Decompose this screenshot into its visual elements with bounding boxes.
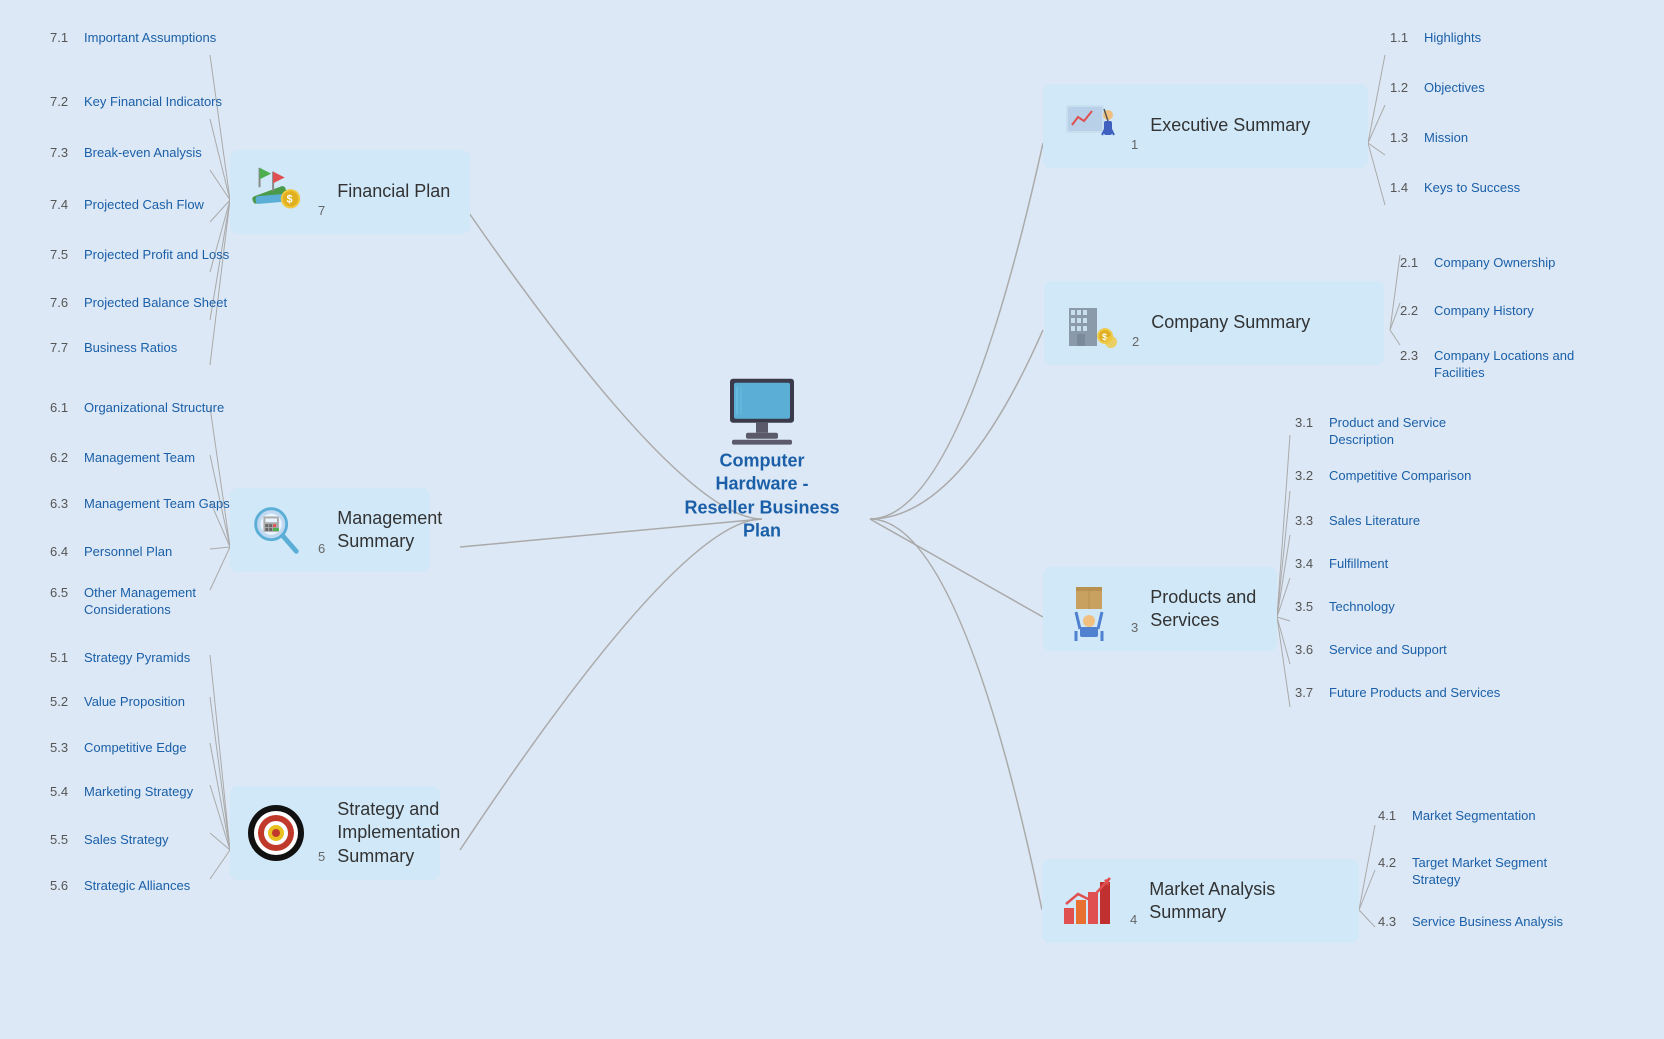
presentation-icon (1059, 96, 1119, 156)
box-carrier-icon (1059, 579, 1119, 639)
node-strategy-implementation: 5 Strategy and Implementation Summary (230, 786, 440, 880)
sub-item-7-5: 7.5 Projected Profit and Loss (50, 247, 229, 264)
node-num-1: 1 (1131, 137, 1138, 156)
sub-item-5-1: 5.1 Strategy Pyramids (50, 650, 190, 667)
sub-item-6-1: 6.1 Organizational Structure (50, 400, 224, 417)
sub-item-5-6: 5.6 Strategic Alliances (50, 878, 190, 895)
management-icon (246, 500, 306, 560)
sub-item-7-3: 7.3 Break-even Analysis (50, 145, 202, 162)
sub-item-7-4: 7.4 Projected Cash Flow (50, 197, 204, 214)
node-num-4: 4 (1130, 912, 1137, 931)
sub-item-5-4: 5.4 Marketing Strategy (50, 784, 193, 801)
node-financial-plan: $ 7 Financial Plan (230, 150, 470, 234)
sub-item-5-2: 5.2 Value Proposition (50, 694, 185, 711)
executive-summary-title: Executive Summary (1150, 114, 1310, 137)
sub-item-3-4: 3.4 Fulfillment (1295, 556, 1388, 573)
sub-item-7-2: 7.2 Key Financial Indicators (50, 94, 222, 111)
market-chart-icon (1058, 871, 1118, 931)
building-icon: $ (1060, 293, 1120, 353)
sub-item-3-6: 3.6 Service and Support (1295, 642, 1447, 659)
center-node: Computer Hardware - Reseller Business Pl… (682, 377, 842, 544)
sub-item-7-7: 7.7 Business Ratios (50, 340, 177, 357)
sub-item-5-5: 5.5 Sales Strategy (50, 832, 169, 849)
sub-item-1-3: 1.3 Mission (1390, 130, 1468, 147)
node-market-analysis: 4 Market Analysis Summary (1042, 859, 1359, 943)
svg-text:$: $ (287, 194, 293, 206)
sub-item-2-3: 2.3 Company Locations and Facilities (1400, 348, 1574, 382)
financial-icon: $ (246, 162, 306, 222)
sub-item-4-1: 4.1 Market Segmentation (1378, 808, 1536, 825)
node-num-7: 7 (318, 203, 325, 222)
node-management-summary: 6 Management Summary (230, 488, 430, 572)
node-company-summary: $ 2 Company Summary (1044, 281, 1384, 365)
node-products-services: 3 Products and Services (1043, 567, 1277, 651)
node-num-2: 2 (1132, 334, 1139, 353)
sub-item-1-2: 1.2 Objectives (1390, 80, 1485, 97)
sub-item-1-1: 1.1 Highlights (1390, 30, 1481, 47)
node-num-6: 6 (318, 541, 325, 560)
sub-item-1-4: 1.4 Keys to Success (1390, 180, 1520, 197)
sub-item-5-3: 5.3 Competitive Edge (50, 740, 187, 757)
sub-item-3-1: 3.1 Product and Service Description (1295, 415, 1446, 449)
market-analysis-title: Market Analysis Summary (1149, 878, 1275, 925)
sub-item-2-1: 2.1 Company Ownership (1400, 255, 1555, 272)
node-num-3: 3 (1131, 620, 1138, 639)
center-title: Computer Hardware - Reseller Business Pl… (682, 450, 842, 544)
sub-item-3-3: 3.3 Sales Literature (1295, 513, 1420, 530)
sub-item-3-2: 3.2 Competitive Comparison (1295, 468, 1471, 485)
sub-item-6-2: 6.2 Management Team (50, 450, 195, 467)
products-services-title: Products and Services (1150, 586, 1256, 633)
sub-item-3-5: 3.5 Technology (1295, 599, 1395, 616)
strategy-implementation-title: Strategy and Implementation Summary (337, 798, 460, 868)
sub-item-2-2: 2.2 Company History (1400, 303, 1534, 320)
sub-item-6-5: 6.5 Other Management Considerations (50, 585, 196, 619)
sub-item-4-2: 4.2 Target Market Segment Strategy (1378, 855, 1547, 889)
node-num-5: 5 (318, 849, 325, 868)
financial-plan-title: Financial Plan (337, 180, 450, 203)
computer-icon (722, 377, 802, 445)
sub-item-7-1: 7.1 Important Assumptions (50, 30, 216, 47)
node-executive-summary: 1 Executive Summary (1043, 84, 1368, 168)
target-icon (246, 803, 306, 863)
sub-item-6-3: 6.3 Management Team Gaps (50, 496, 230, 513)
sub-item-7-6: 7.6 Projected Balance Sheet (50, 295, 227, 312)
sub-item-6-4: 6.4 Personnel Plan (50, 544, 172, 561)
management-summary-title: Management Summary (337, 507, 442, 554)
company-summary-title: Company Summary (1151, 311, 1310, 334)
sub-item-3-7: 3.7 Future Products and Services (1295, 685, 1500, 702)
sub-item-4-3: 4.3 Service Business Analysis (1378, 914, 1563, 931)
